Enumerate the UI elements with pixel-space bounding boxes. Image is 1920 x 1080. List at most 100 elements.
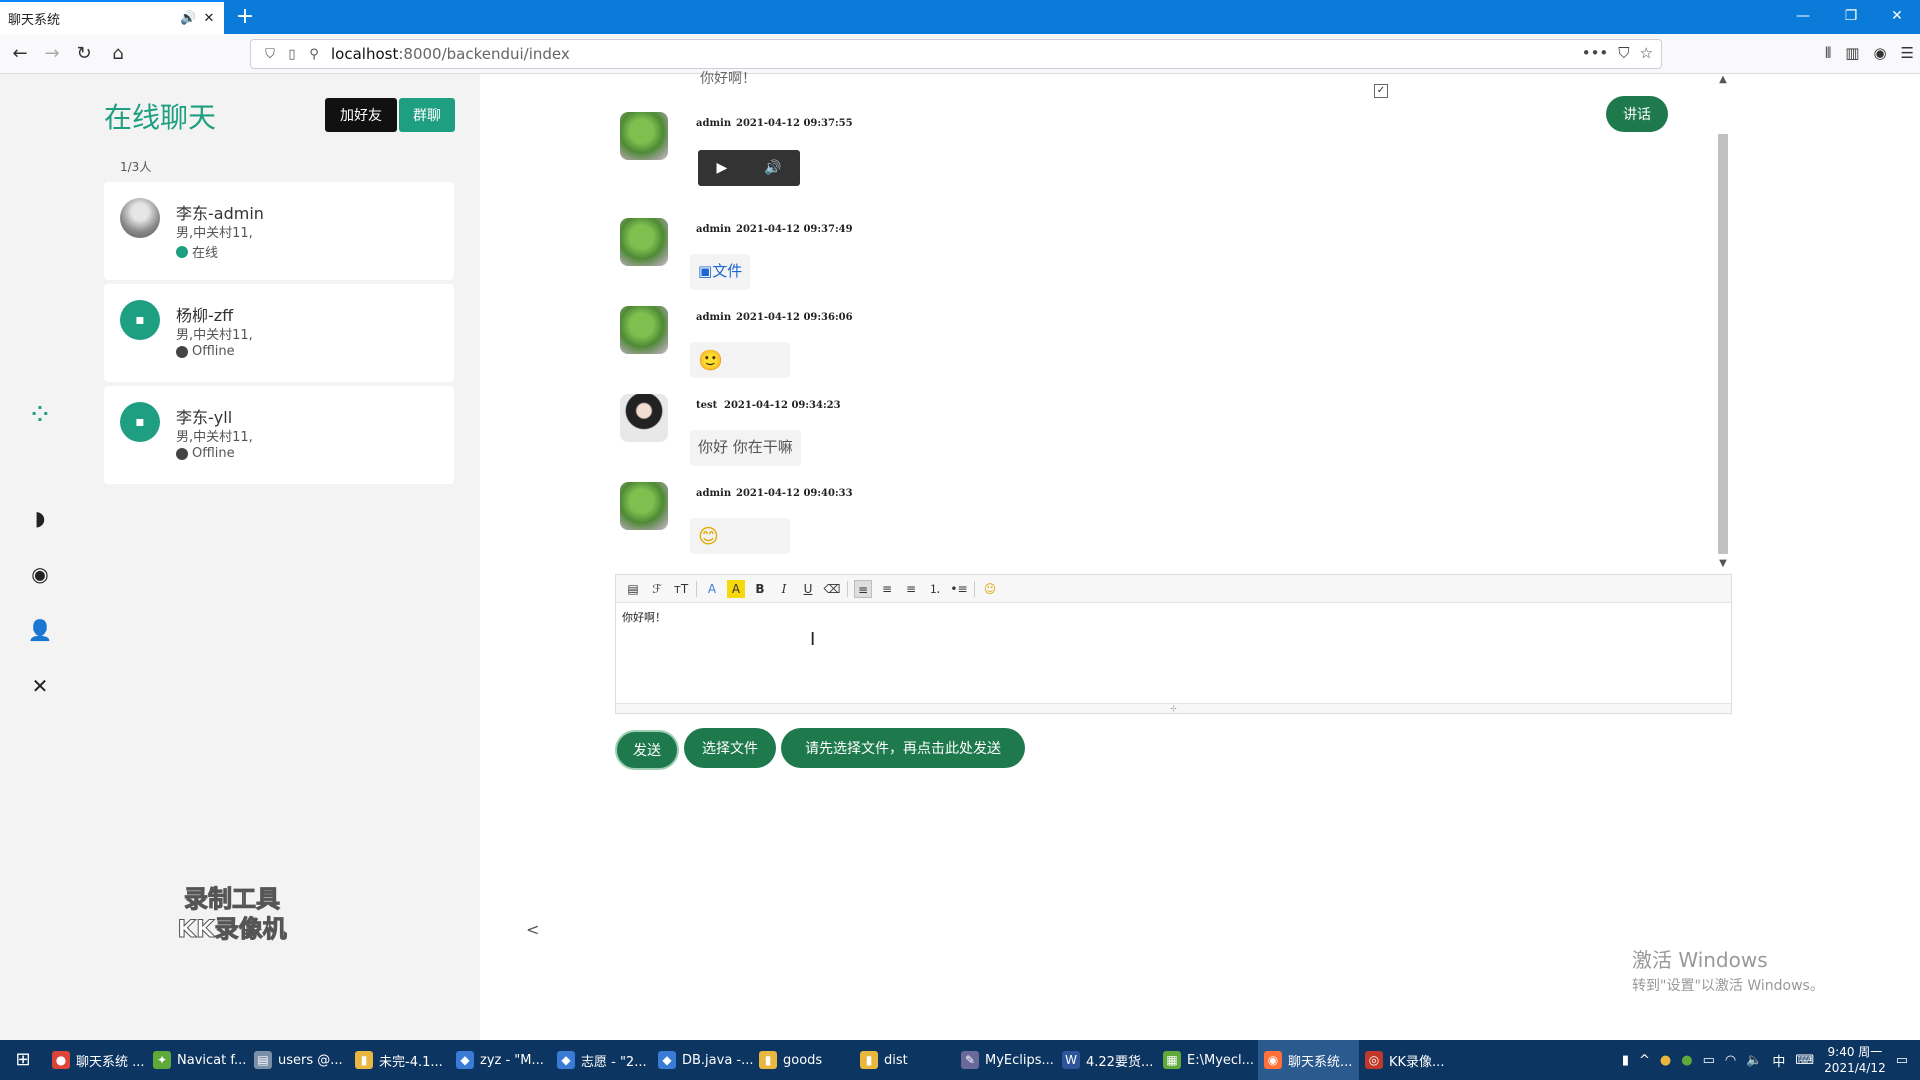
- group-chat-button[interactable]: 群聊: [399, 98, 455, 132]
- align-right-icon[interactable]: ≡: [902, 580, 920, 598]
- sidebar-toggle-icon[interactable]: ▥: [1845, 44, 1859, 62]
- account-icon[interactable]: ◉: [1873, 44, 1886, 62]
- taskbar-item[interactable]: ▤ users @...: [248, 1040, 349, 1080]
- taskbar-item[interactable]: ✎ MyEclips...: [955, 1040, 1056, 1080]
- resize-handle[interactable]: ⊹: [616, 703, 1731, 713]
- speaker-icon[interactable]: 🔊: [180, 11, 196, 26]
- more-icon[interactable]: •••: [1582, 44, 1609, 62]
- display-icon[interactable]: ▭: [1703, 1053, 1715, 1068]
- tab-title: 聊天系统: [8, 12, 61, 28]
- audio-player[interactable]: ▶ 🔊: [698, 150, 800, 186]
- scrollbar-thumb[interactable]: [1718, 134, 1728, 554]
- avatar: [620, 306, 668, 354]
- avatar: [620, 218, 668, 266]
- recorder-icon: ◎: [1365, 1051, 1383, 1069]
- shield-icon[interactable]: ⛉: [259, 47, 281, 62]
- taskbar-item[interactable]: ▮ dist: [854, 1040, 955, 1080]
- add-friend-button[interactable]: 加好友: [325, 98, 397, 132]
- italic-icon[interactable]: I: [775, 580, 793, 598]
- navicat-icon: ✦: [153, 1051, 171, 1069]
- moon-icon[interactable]: ◗: [24, 502, 56, 534]
- taskbar-item[interactable]: ✦ Navicat f...: [147, 1040, 248, 1080]
- user-circle-icon[interactable]: ◉: [24, 558, 56, 590]
- battery-icon[interactable]: ▮: [1622, 1053, 1629, 1068]
- close-icon[interactable]: ✕: [24, 670, 56, 702]
- checkbox[interactable]: ✓: [1374, 84, 1388, 98]
- volume-icon[interactable]: 🔈: [1746, 1053, 1762, 1068]
- taskbar-item[interactable]: ▮ 未完-4.1...: [349, 1040, 450, 1080]
- choose-file-button[interactable]: 选择文件: [684, 728, 776, 768]
- message-bubble: ▣文件: [690, 254, 751, 290]
- taskbar-item[interactable]: ▦ E:\Myecl...: [1157, 1040, 1258, 1080]
- ime-indicator[interactable]: 中: [1772, 1051, 1785, 1070]
- chevron-up-icon[interactable]: ^: [1639, 1053, 1650, 1068]
- collapse-arrow-icon[interactable]: <: [526, 920, 539, 939]
- file-link[interactable]: ▣文件: [698, 262, 742, 280]
- contact-name: 李东-yll: [176, 408, 233, 427]
- app-tray-icon[interactable]: ●: [1681, 1053, 1692, 1068]
- notification-icon[interactable]: ▭: [1896, 1053, 1908, 1068]
- contact-item[interactable]: 李东-admin 男,中关村11, 在线: [104, 182, 454, 280]
- windows-start-icon[interactable]: ⊞: [0, 1040, 46, 1080]
- keyboard-icon[interactable]: ⌨: [1795, 1053, 1814, 1068]
- font-family-icon[interactable]: ℱ: [648, 580, 666, 598]
- bold-icon[interactable]: B: [751, 580, 769, 598]
- chat-bubble-icon: ▪: [120, 402, 160, 442]
- close-window-icon[interactable]: ✕: [1874, 0, 1920, 34]
- source-icon[interactable]: ▤: [624, 580, 642, 598]
- taskbar-item[interactable]: ◉ 聊天系统...: [1258, 1040, 1359, 1080]
- eraser-icon[interactable]: ⌫: [823, 580, 841, 598]
- app-tray-icon[interactable]: ●: [1660, 1053, 1671, 1068]
- new-tab-icon[interactable]: +: [232, 4, 258, 30]
- volume-icon[interactable]: 🔊: [764, 160, 781, 176]
- taskbar-item[interactable]: ◆ zyz - "M...: [450, 1040, 551, 1080]
- menu-icon[interactable]: ☰: [1901, 44, 1914, 62]
- play-icon[interactable]: ▶: [716, 160, 727, 176]
- clock[interactable]: 9:40 周一 2021/4/12: [1824, 1044, 1886, 1076]
- font-size-icon[interactable]: тT: [672, 580, 690, 598]
- editor-content[interactable]: 你好啊！: [622, 609, 666, 625]
- taskbar-item[interactable]: W 4.22要货...: [1056, 1040, 1157, 1080]
- message-user: admin: [696, 224, 732, 235]
- message-editor[interactable]: ▤ ℱ тT A A B I U ⌫ ≡ ≡ ≡ ⒈ •≡ ☺ 你好啊！ I ⊹: [615, 574, 1732, 714]
- taskbar-item[interactable]: ◆ DB.java -...: [652, 1040, 753, 1080]
- contact-item[interactable]: ▪ 李东-yll 男,中关村11, Offline: [104, 386, 454, 484]
- close-tab-icon[interactable]: ✕: [202, 11, 216, 26]
- font-color-icon[interactable]: A: [703, 580, 721, 598]
- forward-icon[interactable]: →: [38, 40, 66, 68]
- reload-icon[interactable]: ↻: [70, 40, 98, 68]
- chat-app: ⁘ ◗ ◉ 👤 ✕ 在线聊天 加好友 群聊 1/3人 李东-admin 男,中关…: [0, 71, 1920, 1040]
- browser-tab[interactable]: 聊天系统 🔊 ✕: [0, 0, 224, 34]
- restore-icon[interactable]: ❐: [1828, 0, 1874, 34]
- wifi-icon[interactable]: ◠: [1725, 1053, 1736, 1068]
- emoji-picker-icon[interactable]: ☺: [981, 580, 999, 598]
- user-icon[interactable]: 👤: [24, 614, 56, 646]
- scroll-down-icon[interactable]: ▼: [1716, 558, 1730, 569]
- align-center-icon[interactable]: ≡: [878, 580, 896, 598]
- contact-status: 在线: [176, 242, 218, 261]
- underline-icon[interactable]: U: [799, 580, 817, 598]
- contact-status: Offline: [176, 344, 235, 359]
- taskbar-item[interactable]: ◎ KK录像...: [1359, 1040, 1460, 1080]
- back-icon[interactable]: ←: [6, 40, 34, 68]
- taskbar-item[interactable]: ▮ goods: [753, 1040, 854, 1080]
- library-icon[interactable]: ⫴: [1825, 44, 1831, 62]
- send-button[interactable]: 发送: [615, 730, 679, 770]
- pocket-icon[interactable]: ⛉: [1618, 44, 1629, 62]
- url-bar[interactable]: ⛉ ▯ ⚲ localhost:8000/backendui/index •••…: [250, 39, 1662, 69]
- align-left-icon[interactable]: ≡: [854, 579, 872, 598]
- bookmark-star-icon[interactable]: ☆: [1640, 44, 1653, 62]
- scroll-up-icon[interactable]: ▲: [1716, 74, 1730, 85]
- home-icon[interactable]: ⌂: [104, 40, 132, 68]
- contact-item[interactable]: ▪ 杨柳-zff 男,中关村11, Offline: [104, 284, 454, 382]
- minimize-icon[interactable]: —: [1780, 0, 1826, 34]
- talk-button[interactable]: 讲话: [1606, 96, 1668, 132]
- ordered-list-icon[interactable]: ⒈: [926, 580, 944, 598]
- taskbar-item[interactable]: ● 聊天系统 ...: [46, 1040, 147, 1080]
- unordered-list-icon[interactable]: •≡: [950, 580, 968, 598]
- message-time: 2021-04-12 09:37:49: [736, 224, 853, 235]
- taskbar-item[interactable]: ◆ 志愿 - "2...: [551, 1040, 652, 1080]
- firefox-icon: ◉: [1264, 1051, 1282, 1069]
- send-file-button[interactable]: 请先选择文件，再点击此处发送: [781, 728, 1025, 768]
- highlight-icon[interactable]: A: [727, 579, 745, 598]
